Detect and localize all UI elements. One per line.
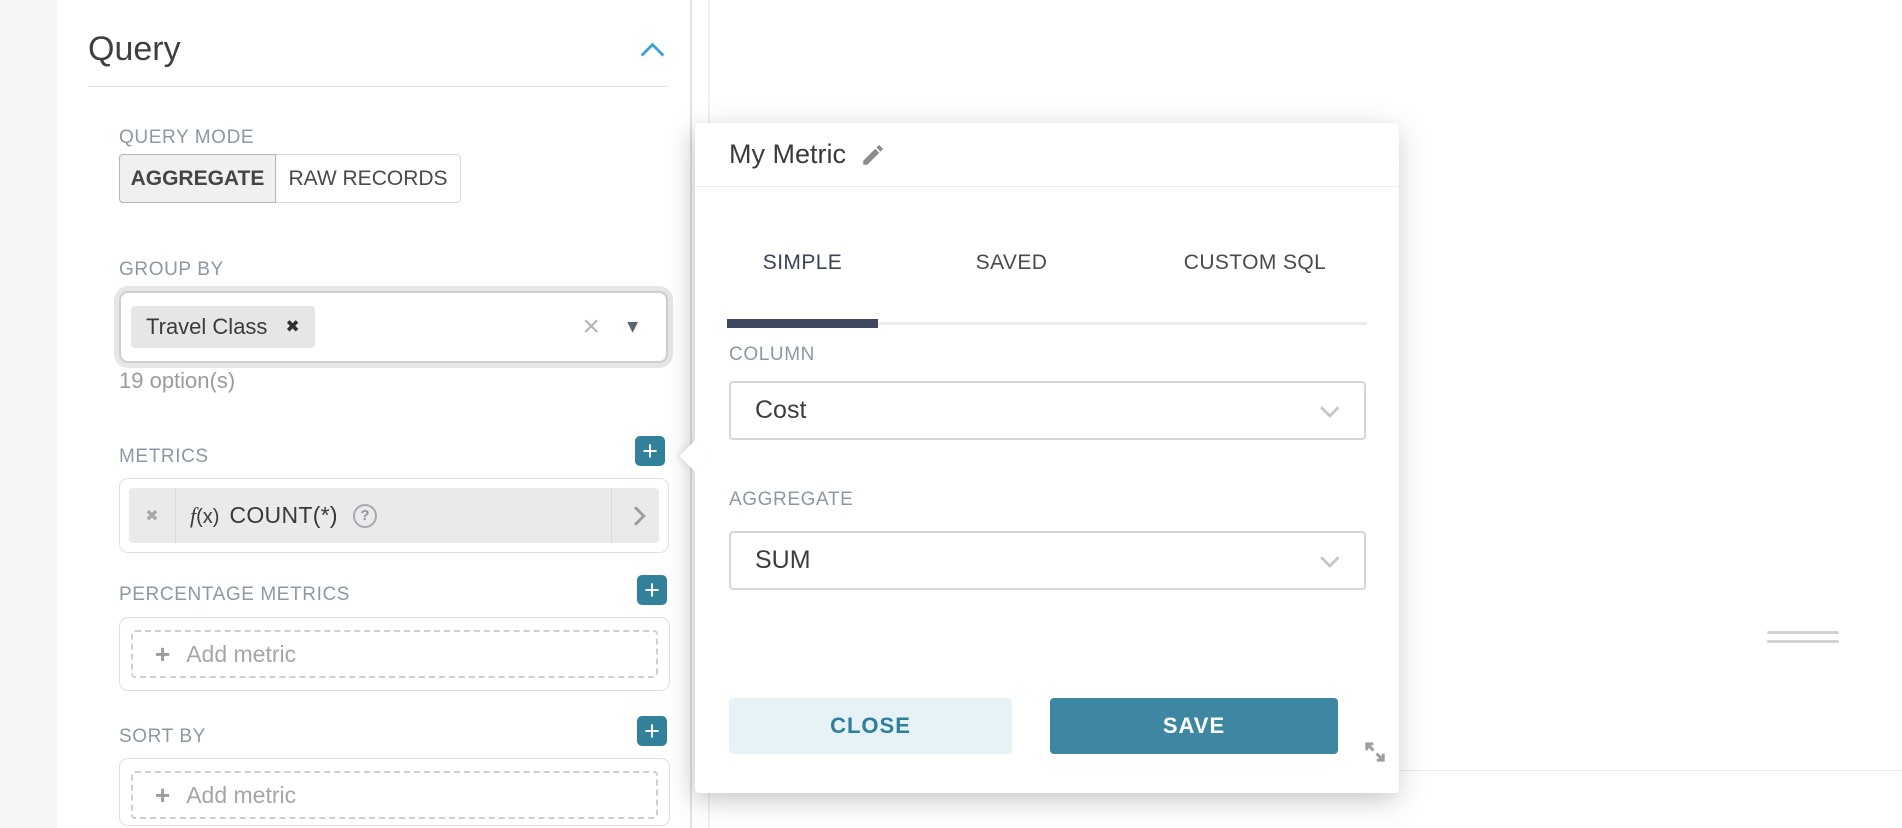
function-icon: f(x) — [190, 503, 219, 529]
panel-divider — [690, 0, 692, 828]
add-percentage-metric-button[interactable]: + — [637, 575, 667, 605]
percentage-metrics-container: + Add metric — [119, 617, 670, 691]
metric-editor-popover: My Metric SIMPLE SAVED CUSTOM SQL COLUMN… — [695, 123, 1399, 793]
group-by-options-count: 19 option(s) — [119, 368, 235, 394]
help-icon[interactable]: ? — [353, 504, 377, 528]
close-button[interactable]: CLOSE — [729, 698, 1012, 754]
remove-metric-icon[interactable]: ✖ — [129, 488, 176, 543]
aggregate-select-value: SUM — [755, 546, 811, 575]
sort-by-label: SORT BY — [119, 726, 206, 748]
plus-icon: + — [644, 577, 660, 604]
open-metric-chevron[interactable] — [611, 488, 659, 543]
resize-diagonal-icon[interactable] — [1361, 738, 1389, 766]
save-button[interactable]: SAVE — [1050, 698, 1338, 754]
tab-custom-sql-label: CUSTOM SQL — [1184, 251, 1326, 322]
sort-by-container: + Add metric — [119, 758, 670, 826]
metric-expression: COUNT(*) — [229, 502, 337, 529]
group-by-tag-label: Travel Class — [146, 314, 267, 340]
remove-tag-icon[interactable]: ✖ — [285, 317, 299, 337]
tab-saved-label: SAVED — [976, 251, 1048, 322]
popover-arrow — [679, 440, 710, 471]
tab-saved[interactable]: SAVED — [941, 227, 1082, 322]
dropdown-caret-icon[interactable]: ▼ — [627, 319, 638, 335]
plus-icon: + — [155, 782, 170, 808]
edit-pencil-icon[interactable] — [860, 142, 886, 168]
aggregate-select[interactable]: SUM — [729, 531, 1366, 590]
column-label: COLUMN — [729, 344, 815, 366]
metric-pill[interactable]: ✖ f(x) COUNT(*) ? — [129, 488, 659, 543]
tab-simple[interactable]: SIMPLE — [727, 227, 878, 322]
active-tab-underline — [727, 319, 878, 328]
plus-icon: + — [644, 718, 660, 745]
section-title-divider — [88, 86, 668, 87]
percentage-metrics-label: PERCENTAGE METRICS — [119, 584, 350, 606]
add-metric-button[interactable]: + — [635, 436, 665, 466]
group-by-label: GROUP BY — [119, 259, 224, 281]
column-select-value: Cost — [755, 396, 806, 425]
tab-custom-sql[interactable]: CUSTOM SQL — [1145, 227, 1365, 322]
add-percentage-metric-dropzone[interactable]: + Add metric — [131, 630, 658, 678]
query-mode-label: QUERY MODE — [119, 127, 254, 149]
resize-handle-line[interactable] — [1767, 640, 1839, 643]
query-mode-toggle: AGGREGATE RAW RECORDS — [119, 154, 461, 203]
plus-icon: + — [642, 438, 658, 465]
aggregate-label: AGGREGATE — [729, 489, 853, 511]
popover-title: My Metric — [729, 139, 846, 170]
group-by-select[interactable]: Travel Class ✖ × ▼ — [119, 291, 668, 363]
query-section-title: Query — [88, 30, 181, 69]
add-metric-placeholder: Add metric — [186, 641, 296, 668]
query-mode-raw-records-button[interactable]: RAW RECORDS — [276, 154, 461, 203]
chevron-right-icon — [626, 506, 646, 526]
left-gutter — [0, 0, 57, 828]
add-sort-metric-button[interactable]: + — [637, 716, 667, 746]
chevron-down-icon — [1320, 398, 1340, 418]
plus-icon: + — [155, 641, 170, 667]
collapse-section-chevron-icon[interactable] — [640, 42, 664, 66]
tab-simple-label: SIMPLE — [763, 251, 842, 322]
popover-header: My Metric — [695, 123, 1399, 187]
metrics-container: ✖ f(x) COUNT(*) ? — [119, 478, 669, 553]
query-mode-aggregate-button[interactable]: AGGREGATE — [119, 154, 276, 203]
add-sort-metric-dropzone[interactable]: + Add metric — [131, 771, 658, 819]
group-by-tag[interactable]: Travel Class ✖ — [131, 306, 315, 348]
add-metric-placeholder: Add metric — [186, 782, 296, 809]
metric-tabs: SIMPLE SAVED CUSTOM SQL — [727, 227, 1367, 325]
column-select[interactable]: Cost — [729, 381, 1366, 440]
chevron-down-icon — [1320, 548, 1340, 568]
resize-handle-line[interactable] — [1767, 631, 1839, 634]
clear-select-icon[interactable]: × — [582, 312, 600, 342]
metrics-label: METRICS — [119, 446, 209, 468]
